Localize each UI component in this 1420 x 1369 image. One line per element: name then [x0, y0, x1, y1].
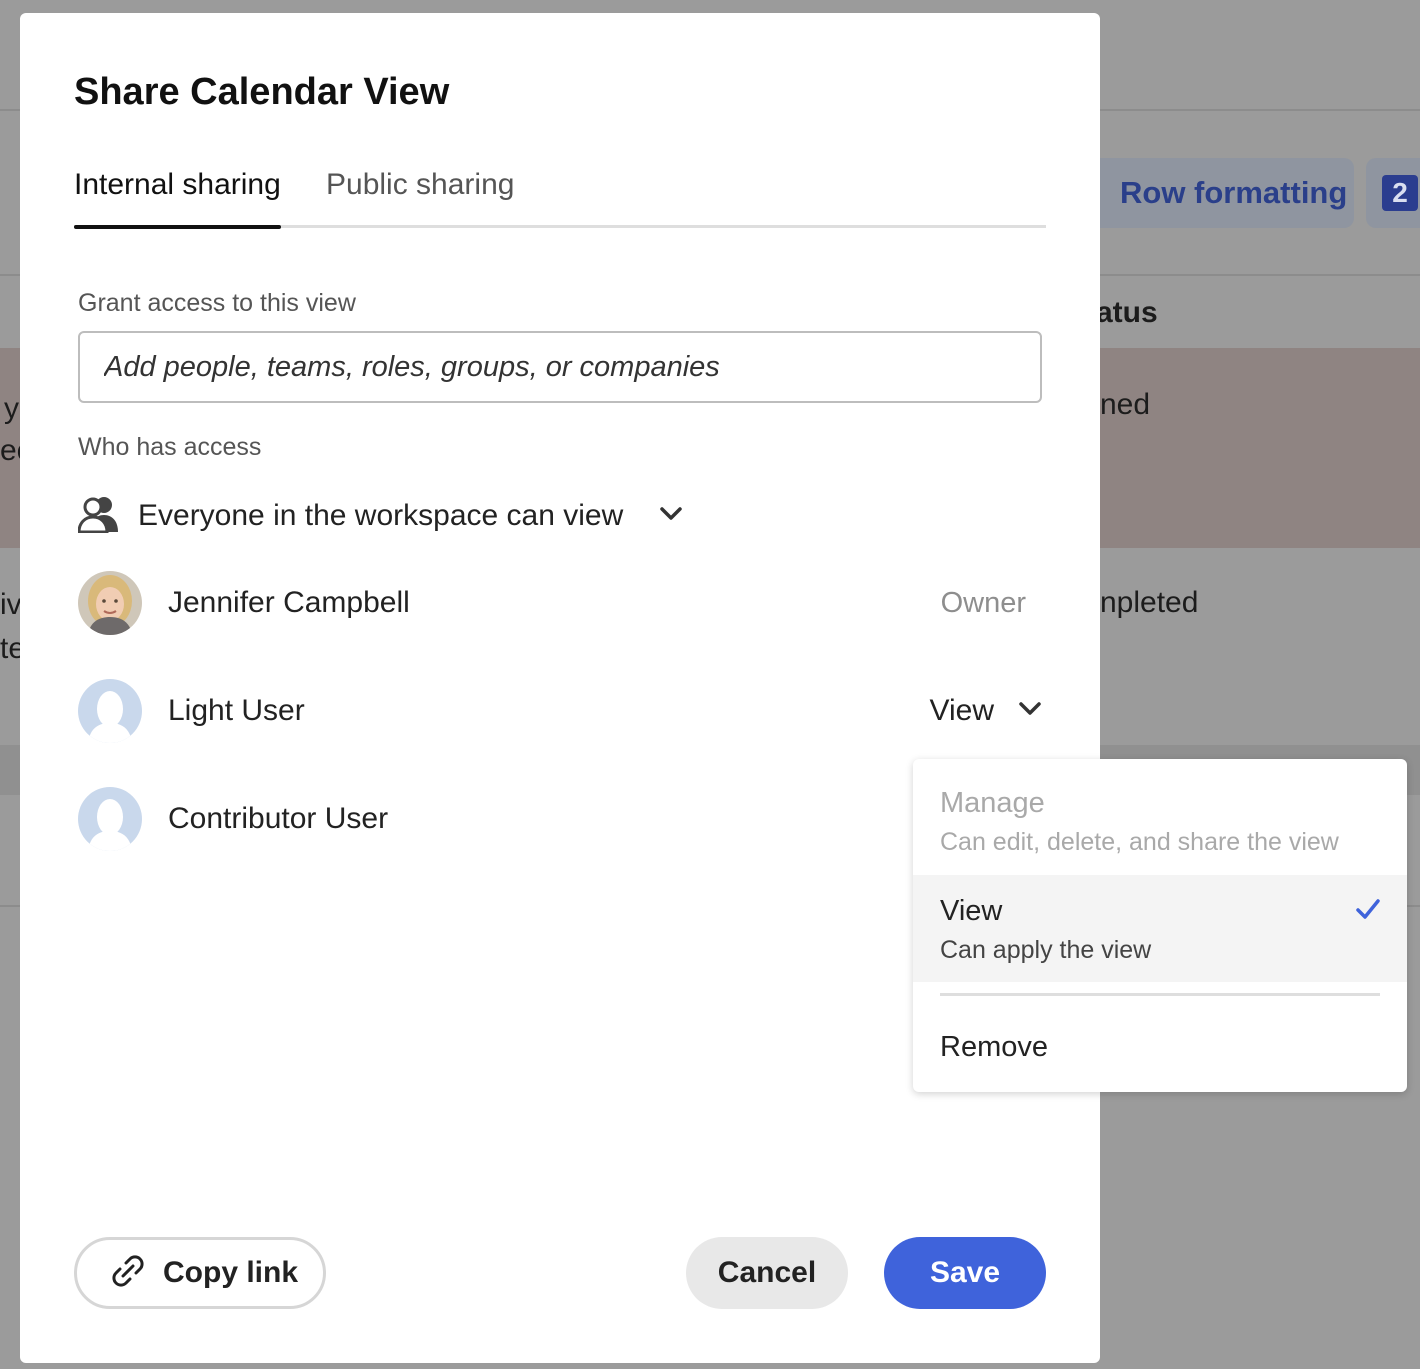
cancel-button[interactable]: Cancel [686, 1237, 848, 1309]
menu-item-description: Can edit, delete, and share the view [940, 828, 1339, 856]
menu-divider [940, 993, 1380, 996]
share-dialog: Share Calendar View Internal sharing Pub… [20, 13, 1100, 1363]
menu-item-description: Can apply the view [940, 936, 1152, 964]
menu-item-remove[interactable]: Remove [913, 1031, 1407, 1064]
role-dropdown-value: View [929, 694, 994, 727]
access-list-item: Jennifer Campbell Owner [78, 571, 1042, 635]
menu-item-title: View [940, 895, 1003, 927]
copy-link-label: Copy link [163, 1256, 299, 1289]
chevron-down-icon [659, 506, 683, 527]
access-list-item: Light User View [78, 679, 1042, 743]
person-name: Contributor User [168, 802, 389, 835]
status-cell: npleted [1100, 586, 1199, 619]
row-formatting-button[interactable]: Row formatting [1078, 158, 1354, 228]
tab-public-sharing[interactable]: Public sharing [326, 168, 514, 226]
chevron-down-icon [1018, 701, 1042, 722]
default-avatar-icon [78, 787, 142, 851]
menu-item-view[interactable]: View Can apply the view [913, 875, 1407, 982]
who-has-access-label: Who has access [78, 433, 262, 461]
role-menu: Manage Can edit, delete, and share the v… [913, 759, 1407, 1092]
cell-fragment: iv [0, 588, 22, 621]
cell-fragment: y [4, 392, 19, 425]
workspace-access-text: Everyone in the workspace can view [138, 499, 624, 532]
access-list-item: Contributor User [78, 787, 1042, 851]
copy-link-button[interactable]: Copy link [74, 1237, 326, 1309]
grant-access-label: Grant access to this view [78, 289, 356, 317]
group-icon [77, 495, 120, 538]
status-column-header: atus [1096, 296, 1158, 329]
avatar [78, 571, 142, 635]
owner-role-label: Owner [940, 586, 1026, 619]
link-icon [109, 1252, 147, 1295]
menu-item-title: Manage [940, 787, 1045, 819]
tab-internal-sharing[interactable]: Internal sharing [74, 168, 281, 229]
save-button[interactable]: Save [884, 1237, 1046, 1309]
checkmark-icon [1355, 897, 1381, 926]
person-name: Jennifer Campbell [168, 586, 410, 619]
menu-item-manage: Manage Can edit, delete, and share the v… [913, 787, 1407, 857]
workspace-access-dropdown[interactable]: Everyone in the workspace can view [77, 491, 683, 541]
grant-access-input[interactable] [78, 331, 1042, 403]
dialog-title: Share Calendar View [74, 71, 450, 113]
default-avatar-icon [78, 679, 142, 743]
status-cell: ned [1100, 388, 1151, 421]
sharing-tabs: Internal sharing Public sharing [74, 168, 1046, 229]
row-formatting-label: Row formatting [1120, 175, 1348, 210]
role-dropdown[interactable]: View [930, 694, 1042, 728]
count-badge: 2 [1382, 175, 1418, 211]
person-name: Light User [168, 694, 305, 727]
